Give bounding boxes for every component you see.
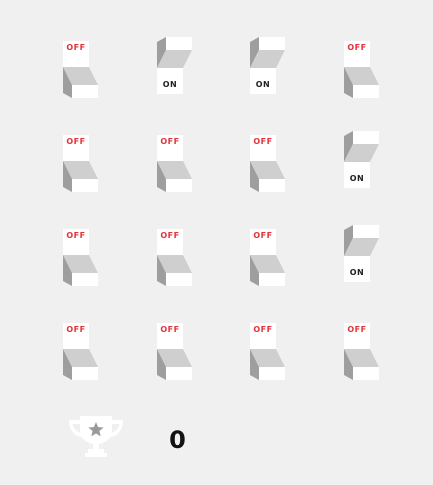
- switch-state-label: OFF: [160, 325, 180, 334]
- toggle-switch-r1-c3[interactable]: ON: [250, 37, 290, 99]
- toggle-switch-r4-c4[interactable]: OFF: [344, 319, 384, 381]
- toggle-switch-r1-c4[interactable]: OFF: [344, 37, 384, 99]
- switch-state-label: OFF: [66, 231, 86, 240]
- toggle-switch-r4-c1[interactable]: OFF: [63, 319, 103, 381]
- toggle-switch-r2-c2[interactable]: OFF: [157, 131, 197, 193]
- switch-state-label: OFF: [347, 325, 367, 334]
- toggle-switch-r2-c3[interactable]: OFF: [250, 131, 290, 193]
- toggle-switch-r3-c2[interactable]: OFF: [157, 225, 197, 287]
- switch-grid: OFF ON ON OFF OFF OFF OFF ON OFF OFF OFF ON OFF OFF OF…: [0, 0, 433, 400]
- toggle-switch-r1-c2[interactable]: ON: [157, 37, 197, 99]
- switch-state-label: OFF: [66, 43, 86, 52]
- switch-state-label: OFF: [66, 325, 86, 334]
- score-counter: 0: [169, 426, 186, 454]
- toggle-switch-r4-c2[interactable]: OFF: [157, 319, 197, 381]
- switch-state-label: OFF: [160, 231, 180, 240]
- switch-state-label: OFF: [347, 43, 367, 52]
- toggle-switch-r1-c1[interactable]: OFF: [63, 37, 103, 99]
- toggle-switch-r3-c3[interactable]: OFF: [250, 225, 290, 287]
- switch-state-label: OFF: [66, 137, 86, 146]
- switch-state-label: ON: [162, 80, 178, 89]
- toggle-switch-r3-c1[interactable]: OFF: [63, 225, 103, 287]
- toggle-switch-r2-c4[interactable]: ON: [344, 131, 384, 193]
- trophy-icon: [69, 416, 123, 457]
- switch-state-label: OFF: [253, 325, 273, 334]
- switch-state-label: ON: [255, 80, 271, 89]
- toggle-switch-r2-c1[interactable]: OFF: [63, 131, 103, 193]
- switch-state-label: OFF: [253, 231, 273, 240]
- toggle-switch-r4-c3[interactable]: OFF: [250, 319, 290, 381]
- toggle-switch-r3-c4[interactable]: ON: [344, 225, 384, 287]
- switch-state-label: ON: [349, 268, 365, 277]
- switch-state-label: ON: [349, 174, 365, 183]
- switch-state-label: OFF: [253, 137, 273, 146]
- switch-state-label: OFF: [160, 137, 180, 146]
